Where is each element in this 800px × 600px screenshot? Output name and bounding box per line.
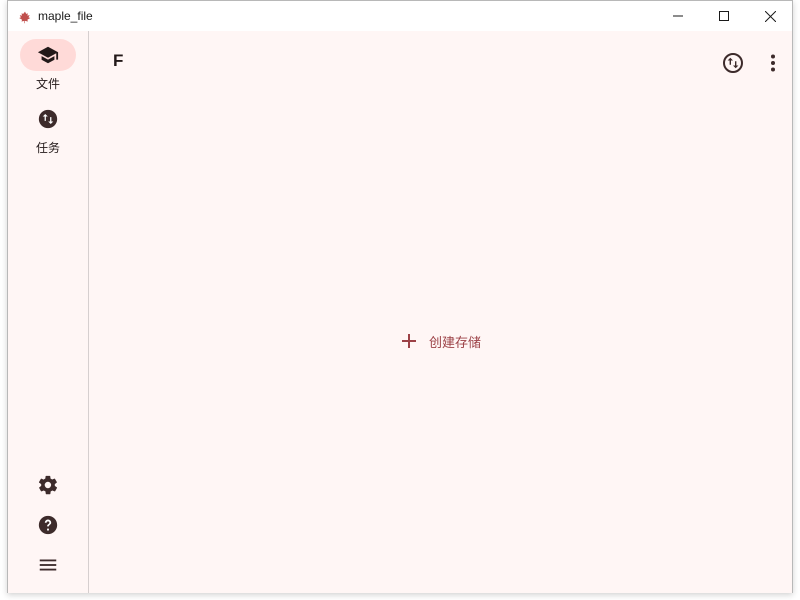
more-vert-icon (771, 54, 775, 72)
title-bar[interactable]: maple_file (8, 1, 792, 31)
maximize-button[interactable] (701, 1, 747, 31)
nav-icon-container (20, 103, 76, 135)
help-circle-icon (38, 515, 58, 535)
minimize-button[interactable] (655, 1, 701, 31)
create-storage-button[interactable]: 创建存储 (389, 325, 491, 357)
swap-vertical-circle-icon (38, 109, 58, 129)
maximize-icon (719, 11, 729, 21)
more-options-button[interactable] (753, 43, 793, 83)
window-title: maple_file (38, 9, 93, 23)
nav-active-indicator (20, 39, 76, 71)
settings-gear-icon (38, 475, 58, 495)
menu-button[interactable] (28, 545, 68, 585)
nav-item-tasks[interactable]: 任务 (8, 103, 88, 159)
hamburger-menu-icon (39, 559, 57, 571)
page-title: F (113, 51, 124, 70)
plus-icon (402, 334, 416, 348)
nav-label-files: 文件 (35, 77, 60, 91)
close-button[interactable] (747, 1, 793, 31)
help-button[interactable] (28, 505, 68, 545)
close-icon (764, 10, 776, 22)
nav-item-files[interactable]: 文件 (8, 39, 88, 95)
navigation-rail: 文件 任务 (8, 31, 89, 593)
maple-leaf-icon (18, 10, 32, 24)
transfer-button[interactable] (713, 43, 753, 83)
school-cap-icon (37, 46, 59, 64)
app-window: maple_file 文件 任务 F 创建存储 (7, 0, 793, 593)
create-storage-label: 创建存储 (429, 335, 482, 351)
main-content: F 创建存储 (89, 31, 792, 593)
swap-vertical-circle-outline-icon (723, 53, 743, 73)
settings-button[interactable] (28, 465, 68, 505)
nav-label-tasks: 任务 (35, 141, 60, 155)
minimize-icon (673, 15, 683, 17)
